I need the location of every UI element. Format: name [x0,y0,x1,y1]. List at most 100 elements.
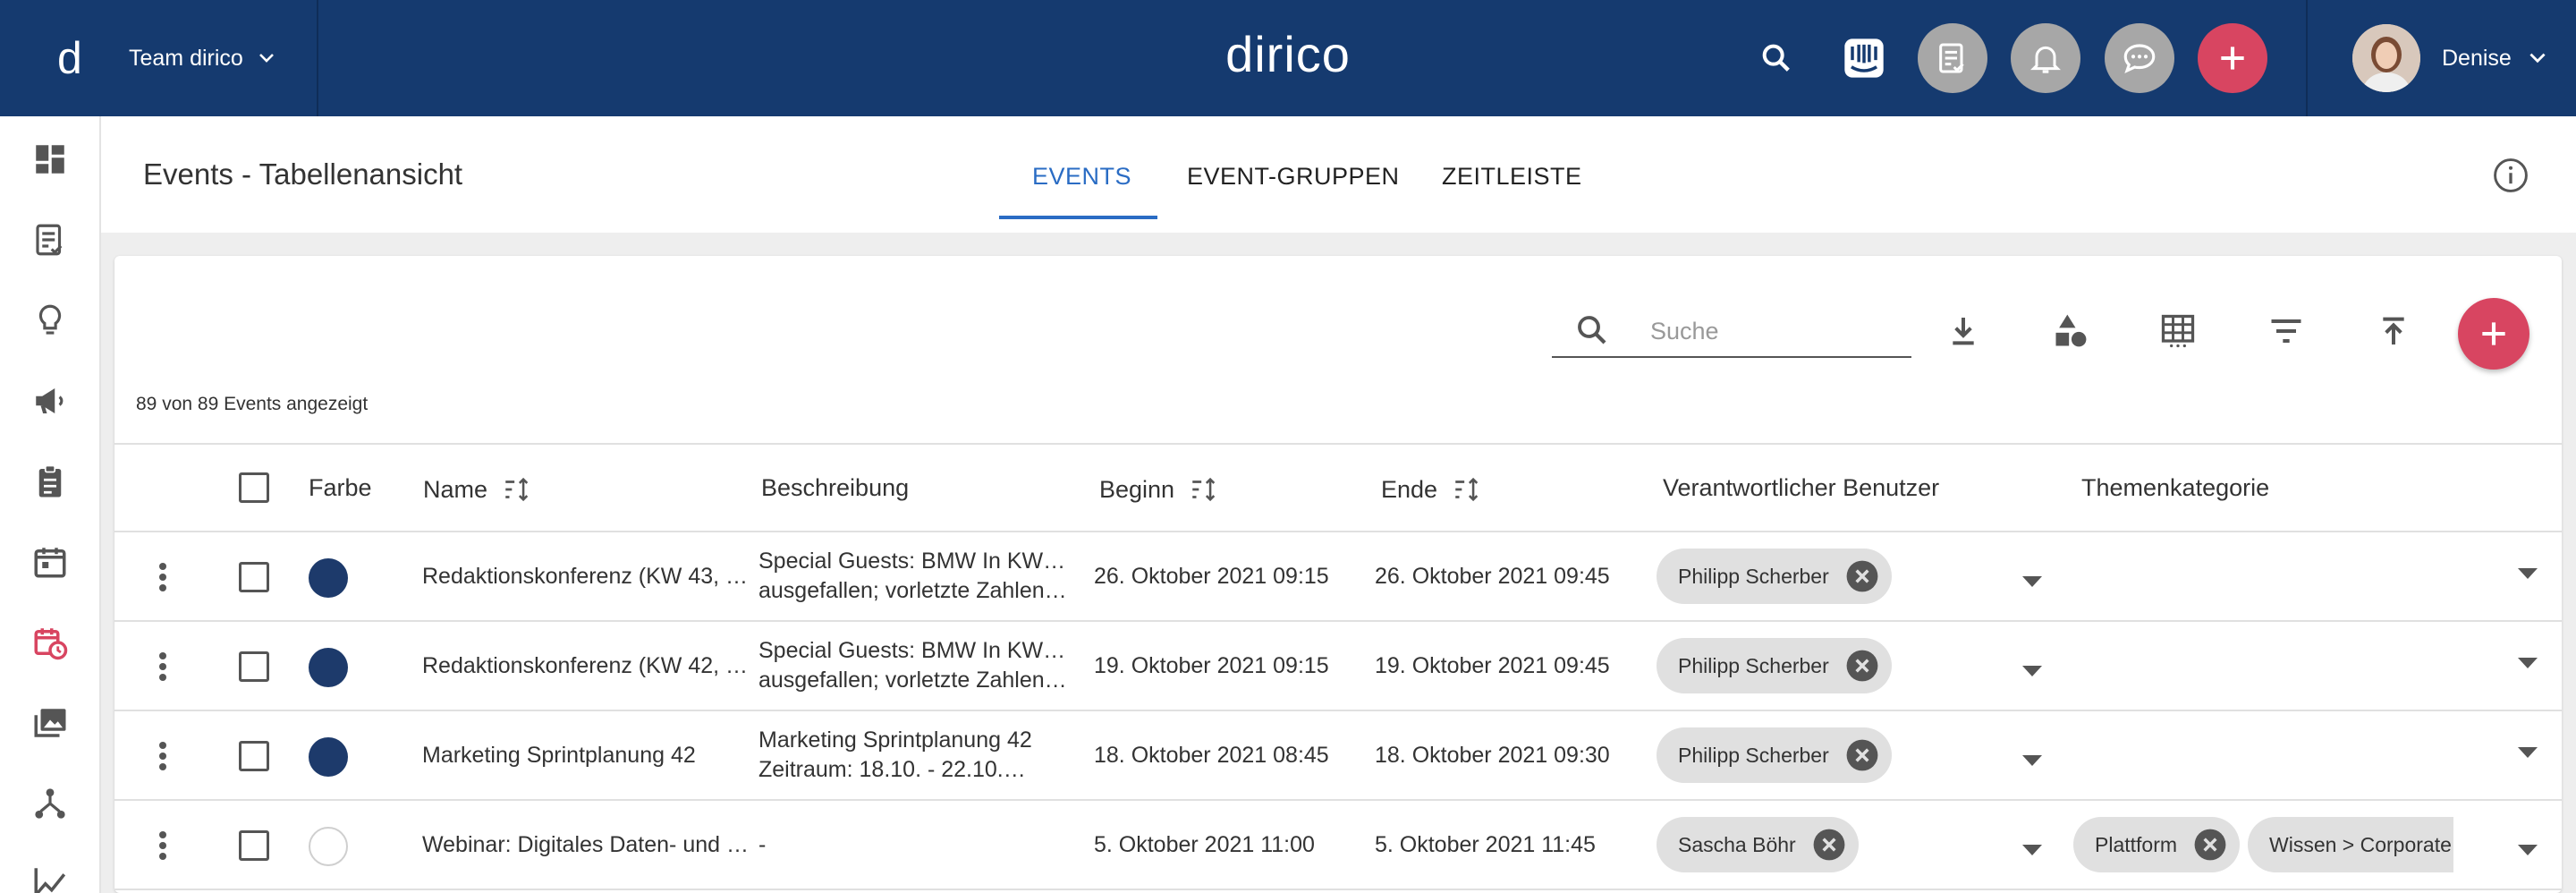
page-header: Events - Tabellenansicht EVENTS EVENT-GR… [101,116,2576,233]
event-description: Special Guests: BMW In KW 41 ausgefallen… [758,547,1072,608]
sidebar-item-calendar[interactable] [29,540,72,583]
event-end: 19. Oktober 2021 09:45 [1375,653,1610,678]
info-icon[interactable] [2491,156,2530,195]
column-header-name-label: Name [423,475,488,503]
event-description: - [758,830,1072,891]
category-dropdown-arrow-icon[interactable] [2518,568,2538,579]
column-header-begin[interactable]: Beginn [1099,474,1219,505]
row-checkbox[interactable] [239,830,269,861]
event-color-dot [309,648,348,687]
event-color-dot [309,827,348,866]
sidebar-item-analytics[interactable] [29,861,72,893]
select-all-checkbox[interactable] [239,472,269,503]
filter-button[interactable] [2265,310,2308,353]
event-name[interactable]: Redaktionskonferenz (KW 43, … [422,564,755,590]
dashboard-icon [36,145,64,174]
sidebar-item-campaigns[interactable] [29,379,72,422]
remove-chip-icon[interactable] [2193,828,2227,862]
search-field[interactable] [1552,302,1911,358]
brand-text: dirico [1225,26,1351,82]
remove-chip-icon[interactable] [1845,738,1879,772]
download-button[interactable] [1942,310,1985,353]
sidebar-item-media[interactable] [29,702,72,744]
quick-create-button[interactable] [2198,23,2267,93]
row-menu-button[interactable] [145,738,181,774]
sort-icon[interactable] [502,474,532,505]
user-chip-label: Philipp Scherber [1678,564,1829,588]
event-name[interactable]: Marketing Sprintplanung 42 [422,743,755,769]
row-checkbox[interactable] [239,741,269,771]
row-checkbox[interactable] [239,562,269,592]
event-description-line: Special Guests: BMW In KW 41 [758,638,1072,663]
event-description-line: Zeitraum: 18.10. - 22.10.… [758,757,1026,782]
column-header-end[interactable]: Ende [1381,474,1482,505]
notifications-button[interactable] [2011,23,2080,93]
user-chip: Philipp Scherber [1657,638,1892,693]
lightbulb-icon [38,304,62,335]
user-name: Denise [2442,45,2512,71]
search-input[interactable] [1650,313,1901,349]
event-color-dot [309,737,348,777]
category-dropdown-arrow-icon[interactable] [2518,845,2538,855]
category-dropdown-arrow-icon[interactable] [2518,747,2538,758]
more-vertical-icon [159,652,166,681]
remove-chip-icon[interactable] [1845,649,1879,683]
event-clock-icon [34,628,68,660]
sidebar-item-ideas[interactable] [29,299,72,342]
event-description: Special Guests: BMW In KW 41 ausgefallen… [758,636,1072,697]
row-menu-button[interactable] [145,559,181,595]
row-checkbox[interactable] [239,651,269,682]
user-dropdown-arrow-icon[interactable] [2022,576,2042,587]
remove-chip-icon[interactable] [1845,559,1879,593]
category-chip: Plattform [2073,817,2241,872]
user-dropdown-arrow-icon[interactable] [2022,666,2042,676]
sidebar-item-dashboard[interactable] [29,138,72,181]
team-switcher[interactable]: d Team dirico [0,0,318,116]
table-row[interactable]: Webinar: Digitales Daten- und … - 5. Okt… [114,801,2562,890]
plus-icon [2482,322,2505,345]
sort-icon[interactable] [1189,474,1219,505]
row-menu-button[interactable] [145,649,181,685]
tab-events[interactable]: EVENTS [1032,163,1131,191]
column-header-end-label: Ende [1381,475,1438,503]
tab-timeline[interactable]: ZEITLEISTE [1442,163,1582,191]
table-row[interactable]: Redaktionskonferenz (KW 42, … Special Gu… [114,622,2562,711]
messages-button[interactable] [2105,23,2174,93]
table-row[interactable]: Marketing Sprintplanung 42 Marketing Spr… [114,711,2562,801]
upload-button[interactable] [2372,310,2415,353]
more-vertical-icon [159,563,166,591]
intercom-button[interactable] [1829,23,1899,93]
table-row[interactable]: Redaktionskonferenz (KW 43, … Special Gu… [114,532,2562,622]
tab-event-groups[interactable]: EVENT-GRUPPEN [1187,163,1400,191]
user-menu[interactable]: Denise [2306,0,2576,116]
brand-logo: dirico [0,25,2576,83]
table-header: Farbe Name Beschreibung Beginn Ende Vera… [114,443,2562,532]
row-menu-button[interactable] [145,828,181,863]
filter-icon [2271,319,2301,344]
sort-icon[interactable] [1452,474,1482,505]
user-chip: Philipp Scherber [1657,727,1892,783]
sidebar-item-briefings[interactable] [29,460,72,503]
hierarchy-icon [35,788,65,819]
category-chip-label: Wissen > Corporate [2269,832,2452,856]
global-search-button[interactable] [1741,23,1811,93]
user-chip: Sascha Böhr [1657,817,1859,872]
add-event-button[interactable] [2458,298,2529,370]
chevron-down-icon [258,54,274,63]
user-dropdown-arrow-icon[interactable] [2022,845,2042,855]
sidebar-item-workflows[interactable] [29,782,72,825]
event-name[interactable]: Webinar: Digitales Daten- und … [422,832,755,858]
sidebar-item-tasks[interactable] [29,218,72,261]
tasks-button[interactable] [1918,23,1987,93]
column-settings-button[interactable] [2157,310,2199,353]
event-begin: 26. Oktober 2021 09:15 [1094,564,1329,589]
event-name[interactable]: Redaktionskonferenz (KW 42, … [422,653,755,679]
event-begin: 5. Oktober 2021 11:00 [1094,832,1315,857]
user-dropdown-arrow-icon[interactable] [2022,755,2042,766]
remove-chip-icon[interactable] [1812,828,1846,862]
column-header-name[interactable]: Name [423,474,532,505]
image-gallery-icon [34,709,66,737]
shapes-button[interactable] [2049,310,2092,353]
sidebar-item-events[interactable] [29,621,72,664]
category-dropdown-arrow-icon[interactable] [2518,658,2538,668]
